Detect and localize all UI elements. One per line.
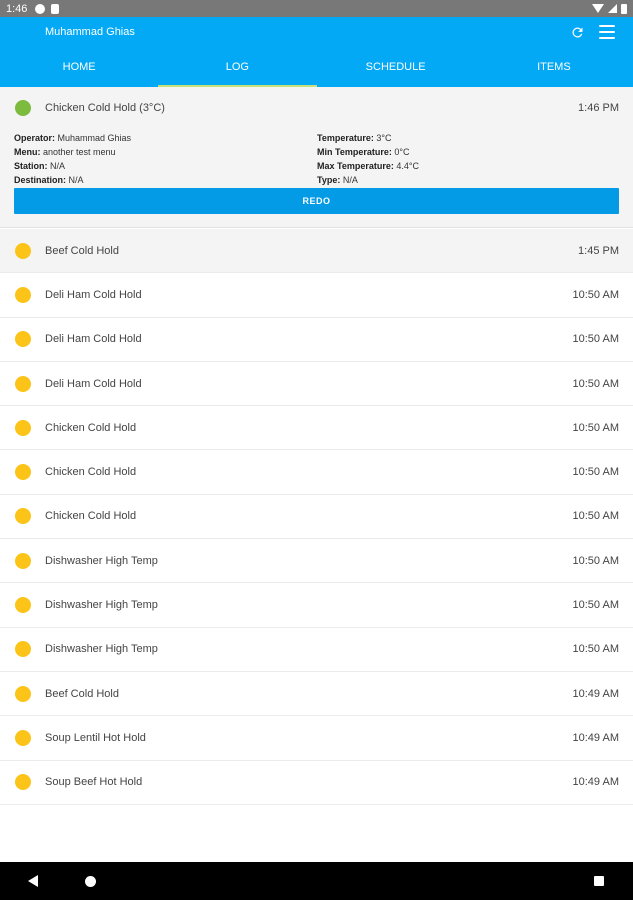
entry-name: Chicken Cold Hold [45,466,137,479]
wifi-icon [592,4,604,13]
list-item[interactable]: Chicken Cold Hold 10:50 AM [0,450,633,495]
status-dot-ok [15,100,31,116]
entry-name: Deli Ham Cold Hold [45,333,142,346]
sd-card-icon [51,3,60,14]
status-dot-pending [15,419,31,436]
app-bar: Muhammad Ghias [0,17,633,47]
list-item[interactable]: Soup Lentil Hot Hold 10:49 AM [0,716,633,761]
status-dot-pending [15,729,31,746]
entry-time: 10:50 AM [572,466,619,479]
refresh-icon[interactable] [570,25,585,40]
list-item[interactable]: Chicken Cold Hold 10:50 AM [0,495,633,540]
status-dot-pending [15,552,31,569]
list-item[interactable]: Dishwasher High Temp 10:50 AM [0,628,633,672]
list-item[interactable]: Dishwasher High Temp 10:50 AM [0,583,633,628]
entry-name: Soup Lentil Hot Hold [45,731,146,744]
entry-time: 10:50 AM [572,643,619,656]
expanded-log-entry[interactable]: Chicken Cold Hold (3°C) 1:46 PM Operator… [0,87,633,228]
status-dot-pending [15,685,31,702]
detail-destination: Destination: N/A [14,175,84,185]
tab-schedule[interactable]: SCHEDULE [317,47,475,87]
menu-icon[interactable] [599,25,615,39]
status-time: 1:46 [6,2,28,15]
entry-time: 10:49 AM [572,776,619,789]
tab-items[interactable]: ITEMS [475,47,633,87]
back-icon[interactable] [28,875,38,887]
list-item[interactable]: Beef Cold Hold 10:49 AM [0,672,633,717]
detail-max-temperature: Max Temperature: 4.4°C [317,161,419,171]
tab-bar: HOME LOG SCHEDULE ITEMS [0,47,633,87]
entry-name: Beef Cold Hold [45,244,119,257]
detail-temperature: Temperature: 3°C [317,133,392,143]
status-dot-pending [15,774,31,791]
entry-time: 10:50 AM [572,599,619,612]
entry-name: Dishwasher High Temp [45,643,158,656]
status-dot-pending [15,375,31,392]
entry-name: Dishwasher High Temp [45,599,158,612]
home-icon[interactable] [85,876,96,887]
battery-icon [621,3,627,14]
system-nav-bar [0,862,633,900]
entry-time: 10:50 AM [572,510,619,523]
entry-time: 10:50 AM [572,421,619,434]
status-bar: 1:46 [0,0,633,17]
list-item[interactable]: Deli Ham Cold Hold 10:50 AM [0,362,633,407]
tab-log[interactable]: LOG [158,47,317,87]
detail-type: Type: N/A [317,175,358,185]
entry-time: 10:50 AM [572,333,619,346]
status-dot-pending [15,242,31,259]
list-item[interactable]: Beef Cold Hold 1:45 PM [0,229,633,274]
redo-button[interactable]: REDO [14,188,619,214]
entry-name: Deli Ham Cold Hold [45,288,142,301]
list-item[interactable]: Deli Ham Cold Hold 10:50 AM [0,318,633,362]
entry-time: 10:49 AM [572,731,619,744]
entry-name: Chicken Cold Hold (3°C) [45,102,165,114]
tab-home[interactable]: HOME [0,47,158,87]
entry-name: Chicken Cold Hold [45,421,137,434]
signal-icon [608,4,617,13]
entry-time: 10:50 AM [572,554,619,567]
entry-name: Beef Cold Hold [45,687,119,700]
entry-time: 1:46 PM [578,102,619,114]
detail-menu: Menu: another test menu [14,147,116,157]
entry-time: 10:50 AM [572,377,619,390]
list-item[interactable]: Soup Beef Hot Hold 10:49 AM [0,761,633,805]
status-dot-pending [15,286,31,303]
user-name-title: Muhammad Ghias [45,26,135,38]
recent-apps-icon[interactable] [594,876,604,886]
list-item[interactable]: Deli Ham Cold Hold 10:50 AM [0,273,633,318]
app-notification-icon [35,3,46,14]
status-dot-pending [15,331,31,348]
status-dot-pending [15,641,31,658]
detail-min-temperature: Min Temperature: 0°C [317,147,410,157]
entry-time: 10:49 AM [572,687,619,700]
entry-name: Deli Ham Cold Hold [45,377,142,390]
entry-details: Operator: Muhammad Ghias Temperature: 3°… [14,132,619,187]
entry-time: 1:45 PM [578,244,619,257]
log-list: Beef Cold Hold 1:45 PM Deli Ham Cold Hol… [0,229,633,805]
entry-name: Chicken Cold Hold [45,510,137,523]
status-dot-pending [15,464,31,481]
detail-operator: Operator: Muhammad Ghias [14,133,132,143]
list-item[interactable]: Chicken Cold Hold 10:50 AM [0,406,633,451]
status-dot-pending [15,508,31,525]
entry-time: 10:50 AM [572,288,619,301]
entry-name: Dishwasher High Temp [45,554,158,567]
detail-station: Station: N/A [14,161,66,171]
entry-name: Soup Beef Hot Hold [45,776,143,789]
status-dot-pending [15,597,31,614]
list-item[interactable]: Dishwasher High Temp 10:50 AM [0,539,633,584]
